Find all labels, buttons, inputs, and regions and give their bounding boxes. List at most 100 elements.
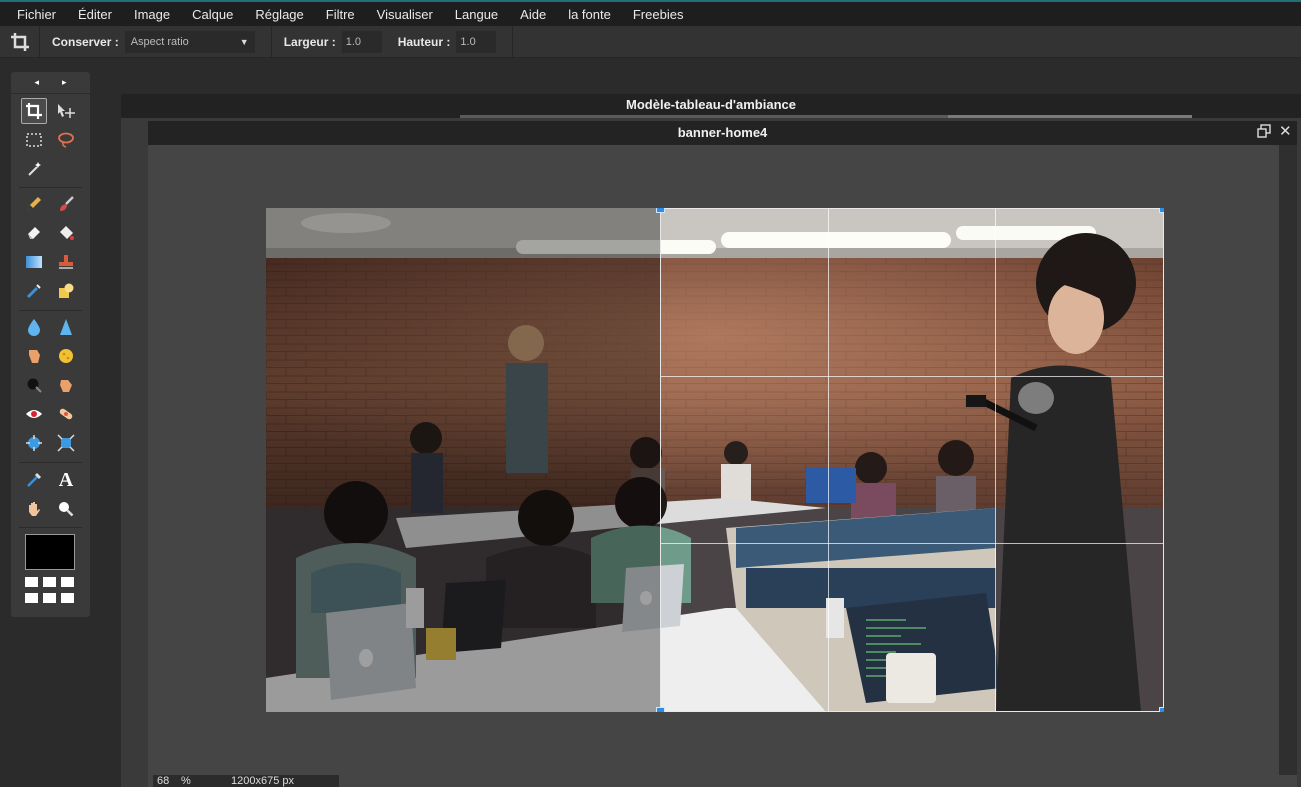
grid-line — [995, 209, 996, 711]
image-canvas[interactable] — [266, 208, 1164, 712]
menu-freebies[interactable]: Freebies — [622, 7, 695, 22]
lasso-tool[interactable] — [53, 127, 79, 153]
color-replace-tool[interactable] — [21, 278, 47, 304]
bloat-icon — [26, 435, 42, 451]
separator — [19, 310, 82, 311]
grid-layout-icon[interactable] — [25, 577, 75, 605]
smudge-tool[interactable] — [21, 343, 47, 369]
active-document-window: banner-home4 ✕ 68 % 1200x675 px — [148, 121, 1297, 787]
magic-wand-icon — [28, 162, 41, 176]
dodge-icon — [60, 380, 72, 392]
grid-line — [828, 209, 829, 711]
pencil-tool[interactable] — [21, 191, 47, 217]
magic-wand-tool[interactable] — [21, 156, 47, 182]
marquee-icon — [26, 133, 42, 147]
sharpen-tool[interactable] — [53, 314, 79, 340]
sharpen-icon — [60, 319, 72, 335]
red-eye-tool[interactable] — [21, 401, 47, 427]
menu-file[interactable]: Fichier — [6, 7, 67, 22]
dodge-tool[interactable] — [53, 372, 79, 398]
move-tool[interactable] — [53, 98, 79, 124]
keep-select[interactable]: Aspect ratio ▼ — [124, 30, 255, 53]
paint-bucket-icon — [60, 226, 74, 240]
separator — [19, 462, 82, 463]
crop-handle-bottom-left[interactable] — [656, 707, 665, 712]
zoom-tool[interactable] — [53, 496, 79, 522]
chevron-left-icon[interactable]: ◂ — [34, 77, 39, 88]
pinch-tool[interactable] — [53, 430, 79, 456]
foreground-color-swatch[interactable] — [25, 534, 75, 570]
type-tool[interactable]: A — [53, 467, 79, 493]
height-input[interactable]: 1.0 — [456, 30, 497, 53]
vertical-scrollbar[interactable] — [1279, 145, 1297, 775]
close-icon[interactable]: ✕ — [1279, 124, 1292, 140]
menu-filter[interactable]: Filtre — [315, 7, 366, 22]
brush-tool[interactable] — [53, 191, 79, 217]
menu-help[interactable]: Aide — [509, 7, 557, 22]
crop-handle-top-right[interactable] — [1159, 208, 1164, 213]
eyedropper-icon — [27, 472, 42, 487]
brush-icon — [60, 196, 74, 211]
width-label: Largeur : — [283, 34, 336, 49]
crop-tool-icon — [0, 25, 40, 58]
keep-select-value: Aspect ratio — [130, 35, 189, 48]
stamp-icon — [59, 255, 73, 269]
paint-bucket-tool[interactable] — [53, 220, 79, 246]
color-replace-icon — [26, 284, 41, 299]
burn-icon — [27, 378, 42, 393]
burn-tool[interactable] — [21, 372, 47, 398]
pinch-icon — [57, 434, 75, 452]
menu-edit[interactable]: Éditer — [67, 7, 123, 22]
shapes-icon — [59, 283, 74, 298]
menu-font[interactable]: la fonte — [557, 7, 622, 22]
hand-tool[interactable] — [21, 496, 47, 522]
clone-stamp-tool[interactable] — [53, 249, 79, 275]
keep-label: Conserver : — [52, 34, 119, 49]
crop-handle-top-left[interactable] — [656, 208, 665, 213]
color-picker-tool[interactable] — [21, 467, 47, 493]
gradient-tool[interactable] — [21, 249, 47, 275]
separator — [270, 25, 272, 58]
crop-dim-overlay — [266, 208, 660, 712]
height-label: Hauteur : — [397, 34, 451, 49]
menu-image[interactable]: Image — [123, 7, 181, 22]
blur-tool[interactable] — [21, 314, 47, 340]
marquee-tool[interactable] — [21, 127, 47, 153]
chevron-down-icon: ▼ — [239, 36, 249, 47]
bloat-tool[interactable] — [21, 430, 47, 456]
eraser-tool[interactable] — [21, 220, 47, 246]
type-icon: A — [58, 468, 74, 491]
lasso-icon — [58, 132, 74, 148]
finger-icon — [29, 350, 40, 363]
menu-layer[interactable]: Calque — [181, 7, 244, 22]
separator — [512, 25, 514, 58]
grid-line — [661, 376, 1163, 377]
menu-bar: Fichier Éditer Image Calque Réglage Filt… — [0, 0, 1301, 26]
chevron-right-icon[interactable]: ▸ — [62, 77, 67, 88]
shape-tool[interactable] — [53, 278, 79, 304]
crop-handle-bottom-right[interactable] — [1159, 707, 1164, 712]
grid-line — [661, 543, 1163, 544]
sponge-icon — [59, 349, 73, 363]
menu-view[interactable]: Visualiser — [366, 7, 444, 22]
toolbox-header: ◂ ▸ — [11, 72, 90, 94]
zoom-value[interactable]: 68 — [157, 775, 181, 787]
width-input[interactable]: 1.0 — [341, 30, 382, 53]
bandage-icon — [59, 408, 73, 420]
crop-tool[interactable] — [21, 98, 47, 124]
spot-heal-tool[interactable] — [53, 401, 79, 427]
restore-window-icon[interactable] — [1257, 124, 1271, 142]
toolbox: ◂ ▸ A — [11, 72, 90, 617]
zoom-unit: % — [181, 775, 191, 787]
separator — [19, 187, 82, 188]
pencil-icon — [28, 197, 41, 210]
move-icon — [58, 104, 75, 118]
drop-icon — [28, 319, 40, 336]
options-bar: Conserver : Aspect ratio ▼ Largeur : 1.0… — [0, 25, 1301, 58]
crop-selection[interactable] — [660, 208, 1164, 712]
menu-adjust[interactable]: Réglage — [244, 7, 314, 22]
menu-language[interactable]: Langue — [444, 7, 509, 22]
gradient-icon — [26, 256, 42, 268]
sponge-tool[interactable] — [53, 343, 79, 369]
document-title[interactable]: banner-home4 — [148, 121, 1297, 145]
